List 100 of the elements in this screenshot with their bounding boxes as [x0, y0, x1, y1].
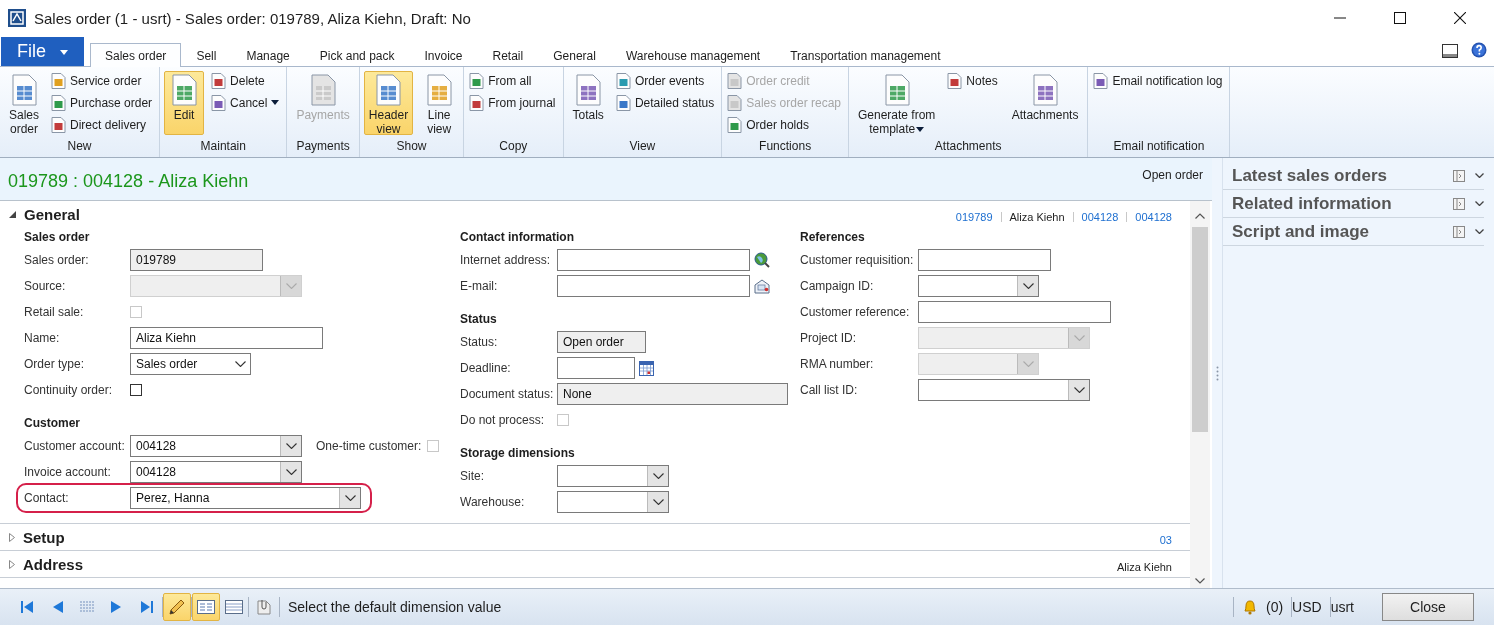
layout-icon[interactable]: [1442, 44, 1458, 58]
dropdown-field[interactable]: [918, 275, 1039, 297]
ribbon-button[interactable]: Detailed status: [614, 93, 718, 112]
text-field[interactable]: None: [557, 383, 788, 405]
section-header[interactable]: Setup: [9, 528, 65, 546]
field-label: Source:: [24, 279, 67, 293]
field-label: Contact:: [24, 491, 70, 505]
ribbon-button[interactable]: Line view: [419, 71, 460, 135]
dropdown-field[interactable]: Sales order: [130, 353, 251, 375]
ribbon-tab[interactable]: Retail: [477, 43, 539, 67]
ribbon-button[interactable]: Sales order: [4, 71, 45, 135]
view-toggle[interactable]: [192, 593, 220, 621]
ribbon-button[interactable]: Delete: [210, 71, 283, 90]
close-icon[interactable]: [1454, 12, 1466, 24]
ribbon-group-label: Attachments: [933, 138, 1003, 155]
ribbon-tab[interactable]: Transportation management: [775, 43, 956, 67]
ribbon-group-label: New: [66, 138, 93, 155]
grid-view-icon: [225, 600, 243, 614]
file-menu-button[interactable]: File: [1, 37, 84, 66]
factbox-header[interactable]: Latest sales orders: [1223, 162, 1484, 190]
document-icon: [308, 74, 339, 106]
attachment-icon[interactable]: [257, 599, 271, 615]
dropdown-field[interactable]: [557, 465, 669, 487]
ribbon-button[interactable]: Order events: [614, 71, 718, 90]
chevron-down-icon[interactable]: [1195, 578, 1205, 584]
ribbon-tab[interactable]: Pick and pack: [304, 43, 410, 67]
text-field[interactable]: 019789: [130, 249, 263, 271]
pencil-icon: [168, 598, 186, 616]
envelope-icon[interactable]: [754, 278, 770, 294]
field-label: Warehouse:: [460, 495, 526, 509]
text-field[interactable]: Open order: [557, 331, 646, 353]
text-field[interactable]: [557, 275, 750, 297]
ribbon-button[interactable]: From all: [468, 71, 559, 90]
chevron-up-icon[interactable]: [1195, 213, 1205, 219]
ribbon-button[interactable]: Direct delivery: [50, 115, 156, 134]
ribbon-group-label: Copy: [498, 138, 529, 155]
summary-link[interactable]: 03: [1159, 534, 1172, 546]
ribbon-button[interactable]: Generate from template: [853, 71, 941, 135]
checkbox[interactable]: [130, 384, 142, 396]
field-label: Name:: [24, 331, 61, 345]
triangle-icon: [9, 559, 15, 569]
pane-icon: [1453, 197, 1465, 210]
last-record-icon[interactable]: [140, 600, 154, 614]
help-icon[interactable]: [1471, 42, 1487, 58]
dropdown-field[interactable]: [557, 491, 669, 513]
field-label: Deadline:: [460, 361, 512, 375]
ribbon-button[interactable]: Edit: [164, 71, 205, 135]
ribbon-button[interactable]: Purchase order: [50, 93, 156, 112]
dropdown-field[interactable]: 004128: [130, 435, 302, 457]
calendar-icon[interactable]: [639, 360, 654, 376]
ribbon-button[interactable]: From journal: [468, 93, 559, 112]
section-header[interactable]: General: [9, 205, 80, 223]
maximize-icon[interactable]: [1394, 12, 1406, 24]
splitter-grip-icon[interactable]: [1215, 365, 1219, 381]
summary-link[interactable]: 004128: [1135, 211, 1172, 223]
factbox-header[interactable]: Script and image: [1223, 218, 1484, 246]
ribbon-button[interactable]: Cancel: [210, 93, 283, 112]
bell-icon[interactable]: [1241, 599, 1258, 615]
field-label: Internet address:: [460, 253, 552, 267]
text-field[interactable]: Aliza Kiehn: [130, 327, 323, 349]
first-record-icon[interactable]: [20, 600, 34, 614]
dropdown-field[interactable]: [918, 379, 1090, 401]
ribbon-button[interactable]: Email notification log: [1092, 71, 1226, 90]
document-icon: [211, 94, 227, 111]
ribbon-tab[interactable]: Manage: [231, 43, 305, 67]
scrollbar[interactable]: [1190, 201, 1210, 588]
caret-icon: [60, 50, 68, 55]
summary-link[interactable]: 004128: [1081, 211, 1119, 223]
ribbon-tab[interactable]: Warehouse management: [610, 43, 776, 67]
factbox-header[interactable]: Related information: [1223, 190, 1484, 218]
ribbon-tab[interactable]: General: [538, 43, 611, 67]
ribbon-button[interactable]: Totals: [567, 71, 609, 135]
dropdown-field[interactable]: 004128: [130, 461, 302, 483]
globe-search-icon[interactable]: [754, 252, 770, 268]
ribbon-tab[interactable]: Sell: [181, 43, 232, 67]
document-icon: [615, 94, 631, 111]
edit-mode-toggle[interactable]: [163, 593, 191, 621]
ribbon-button[interactable]: Order holds: [726, 115, 844, 134]
ribbon-button[interactable]: Service order: [50, 71, 156, 90]
text-field[interactable]: [557, 357, 635, 379]
close-button[interactable]: Close: [1382, 593, 1474, 621]
ribbon-button[interactable]: Attachments: [1006, 71, 1084, 135]
field-label: Campaign ID:: [800, 279, 875, 293]
status-message: Select the default dimension value: [288, 599, 502, 615]
text-field[interactable]: [557, 249, 750, 271]
chevron-down-icon: [285, 469, 297, 475]
ribbon-tab[interactable]: Invoice: [409, 43, 478, 67]
dropdown-field[interactable]: Perez, Hanna: [130, 487, 361, 509]
ribbon-tab[interactable]: Sales order: [90, 43, 182, 67]
document-icon: [51, 72, 67, 89]
section-header[interactable]: Address: [9, 555, 84, 573]
field-label: Customer account:: [24, 439, 126, 453]
summary-link[interactable]: 019789: [955, 211, 993, 223]
document-icon: [727, 116, 743, 133]
ribbon-button[interactable]: Header view: [363, 71, 414, 135]
document-icon: [615, 72, 631, 89]
text-field[interactable]: [918, 249, 1051, 271]
document-icon: [51, 116, 67, 133]
text-field[interactable]: [918, 301, 1111, 323]
ribbon-button[interactable]: Notes: [946, 71, 1001, 90]
